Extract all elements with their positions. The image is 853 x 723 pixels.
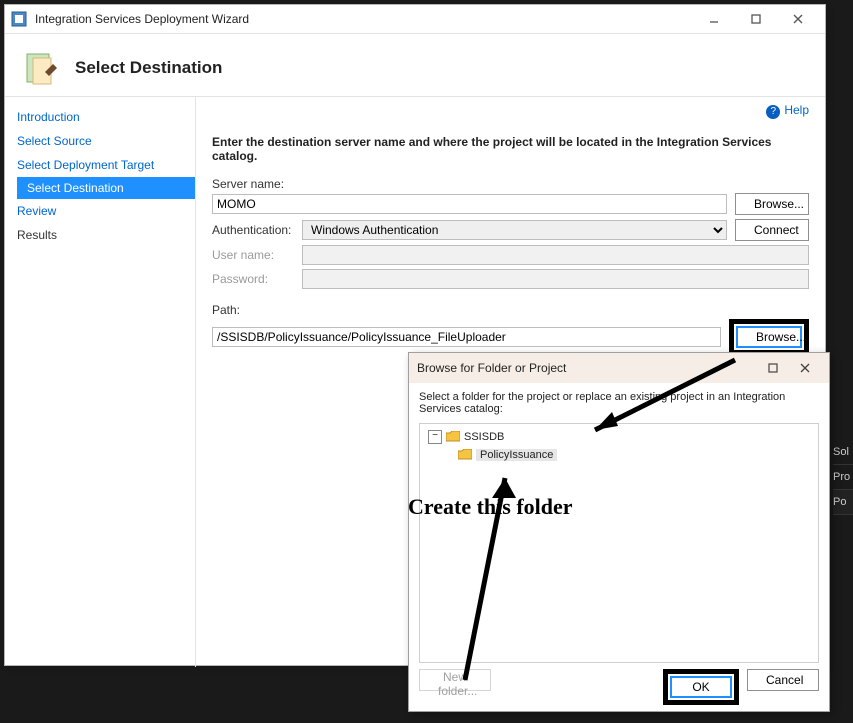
nav-introduction[interactable]: Introduction [5,105,195,129]
tree-root-label: SSISDB [464,431,504,443]
side-po[interactable]: Po [833,490,853,515]
tree-root-row[interactable]: − SSISDB [424,428,814,446]
path-browse-highlight: Browse... [729,319,809,355]
banner: Select Destination [5,34,825,97]
server-row: Browse... [212,193,809,215]
nav-select-destination[interactable]: Select Destination [17,177,195,199]
maximize-button[interactable] [735,9,777,29]
vs-sidebar: Sol Pro Po [830,440,853,515]
auth-select[interactable]: Windows Authentication [302,220,727,240]
instruction-text: Enter the destination server name and wh… [212,135,809,163]
dialog-close-button[interactable] [789,358,821,378]
path-row: Browse... [212,319,809,355]
minimize-button[interactable] [693,9,735,29]
banner-icon [21,48,61,88]
nav-sidebar: Introduction Select Source Select Deploy… [5,97,196,667]
path-input[interactable] [212,327,721,347]
ok-highlight: OK [663,669,739,705]
nav-select-target[interactable]: Select Deployment Target [5,153,195,177]
user-row: User name: [212,245,809,265]
nav-review[interactable]: Review [5,199,195,223]
auth-row: Authentication: Windows Authentication C… [212,219,809,241]
server-label: Server name: [212,177,294,191]
titlebar: Integration Services Deployment Wizard [5,5,825,34]
user-label: User name: [212,248,294,262]
server-browse-button[interactable]: Browse... [735,193,809,215]
folder-icon [458,449,472,461]
help-icon: ? [766,105,780,119]
side-sol[interactable]: Sol [833,440,853,465]
close-button[interactable] [777,9,819,29]
page-title: Select Destination [75,58,222,78]
pwd-label: Password: [212,272,294,286]
tree-child-label: PolicyIssuance [476,449,557,461]
folder-tree[interactable]: − SSISDB PolicyIssuance [419,423,819,663]
dialog-title: Browse for Folder or Project [417,361,757,375]
browse-dialog: Browse for Folder or Project Select a fo… [408,352,830,712]
nav-results: Results [5,223,195,247]
connect-button[interactable]: Connect [735,219,809,241]
side-pro[interactable]: Pro [833,465,853,490]
tree-child-row[interactable]: PolicyIssuance [424,446,814,464]
wizard-icon [11,11,27,27]
cancel-button[interactable]: Cancel [747,669,819,691]
pwd-input [302,269,809,289]
help-link[interactable]: ? Help [766,103,809,119]
new-folder-button[interactable]: New folder... [419,669,491,691]
dialog-instruction: Select a folder for the project or repla… [409,383,829,421]
auth-label: Authentication: [212,223,294,237]
folder-open-icon [446,431,460,443]
nav-select-source[interactable]: Select Source [5,129,195,153]
path-browse-button[interactable]: Browse... [736,326,802,348]
tree-collapse-icon[interactable]: − [428,430,442,444]
dialog-maximize-button[interactable] [757,358,789,378]
window-title: Integration Services Deployment Wizard [35,12,693,26]
dialog-titlebar: Browse for Folder or Project [409,353,829,383]
server-input[interactable] [212,194,727,214]
ok-button[interactable]: OK [670,676,732,698]
pwd-row: Password: [212,269,809,289]
user-input [302,245,809,265]
dialog-buttons: New folder... OK Cancel [409,669,829,715]
help-label: Help [784,103,809,117]
path-label: Path: [212,303,294,317]
